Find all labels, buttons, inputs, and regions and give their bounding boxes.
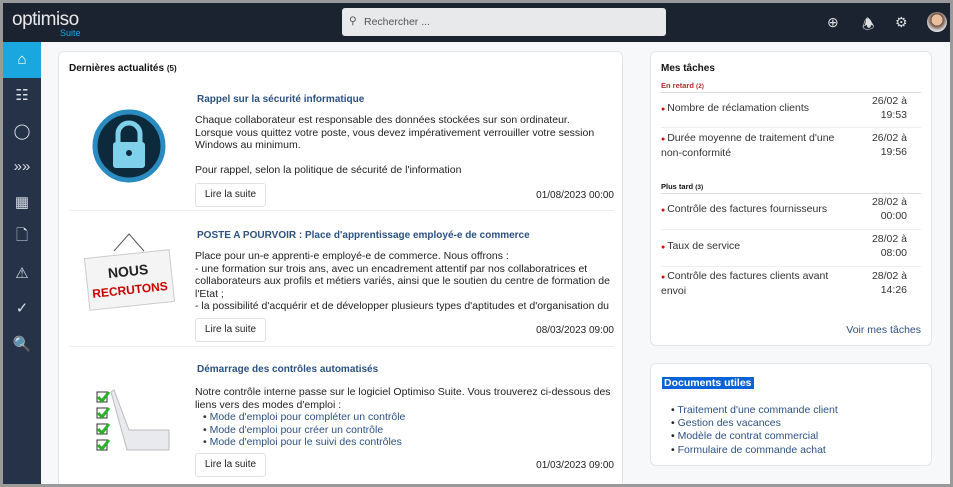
- article-title[interactable]: Démarrage des contrôles automatisés: [197, 364, 378, 375]
- sidebar: ⌂ ☷ ◯ »» ▦ 🗋 ⚠ ✓ 🔍: [3, 42, 41, 484]
- avatar[interactable]: [927, 12, 947, 32]
- search-input[interactable]: ⚲ Rechercher ...: [342, 8, 666, 36]
- process-icon[interactable]: »»: [3, 149, 41, 185]
- news-article: Rappel sur la sécurité informatique Chaq…: [69, 84, 614, 211]
- article-body: Notre contrôle interne passe sur le logi…: [195, 386, 613, 448]
- tasks-card: Mes tâches En retard (2) Nombre de récla…: [650, 51, 932, 346]
- read-more-button[interactable]: Lire la suite: [195, 318, 266, 342]
- document-link[interactable]: Traitement d'une commande client: [677, 404, 837, 417]
- article-date: 01/08/2023 00:00: [536, 190, 614, 201]
- article-body: Chaque collaborateur est responsable des…: [195, 114, 595, 176]
- article-title[interactable]: POSTE A POURVOIR : Place d'apprentissage…: [197, 230, 530, 241]
- tasks-title: Mes tâches: [661, 63, 715, 74]
- add-icon[interactable]: ⊕: [827, 14, 839, 31]
- home-icon[interactable]: ⌂: [3, 42, 41, 78]
- search-icon: ⚲: [349, 15, 357, 27]
- recruiting-sign-image: NOUSRECRUTONS: [83, 233, 176, 311]
- useful-documents-card: Documents utiles Traitement d'une comman…: [650, 363, 932, 466]
- manual-link[interactable]: Mode d'emploi pour le suivi des contrôle…: [203, 436, 613, 448]
- org-chart-icon[interactable]: ☷: [3, 78, 41, 114]
- article-title[interactable]: Rappel sur la sécurité informatique: [197, 94, 364, 105]
- warning-icon[interactable]: ⚠: [3, 255, 41, 291]
- article-body: Place pour un-e apprenti-e employé-e de …: [195, 250, 610, 314]
- task-item[interactable]: Nombre de réclamation clients26/02 à19:5…: [661, 95, 921, 128]
- document-link[interactable]: Formulaire de commande achat: [678, 444, 838, 457]
- gear-icon[interactable]: ⚙: [895, 14, 908, 31]
- late-section-label: En retard (2): [661, 81, 921, 93]
- read-more-button[interactable]: Lire la suite: [195, 453, 266, 477]
- task-item[interactable]: Contrôle des factures clients avant envo…: [661, 270, 921, 304]
- manual-link[interactable]: Mode d'emploi pour créer un contrôle: [203, 424, 613, 437]
- article-date: 01/03/2023 09:00: [536, 460, 614, 471]
- document-link[interactable]: Modèle de contrat commercial: [678, 430, 838, 443]
- see-all-tasks-link[interactable]: Voir mes tâches: [846, 324, 921, 336]
- news-card: Dernières actualités (5) Rappel sur la s…: [58, 51, 623, 484]
- docs-title: Documents utiles: [662, 377, 754, 389]
- task-item[interactable]: Taux de service28/02 à08:00: [661, 233, 921, 267]
- report-search-icon[interactable]: 🔍: [3, 326, 41, 362]
- lock-image: [92, 109, 166, 183]
- task-item[interactable]: Durée moyenne de traitement d'une non-co…: [661, 132, 921, 168]
- user-icon[interactable]: ◯: [3, 113, 41, 149]
- top-bar: optimiso Suite ⚲ Rechercher ... ⊕ 🕭 ⚙: [3, 3, 950, 42]
- read-more-button[interactable]: Lire la suite: [195, 183, 266, 207]
- checklist-image: [96, 389, 170, 452]
- logo[interactable]: optimiso Suite: [12, 9, 81, 38]
- news-title: Dernières actualités (5): [69, 63, 177, 74]
- news-article: Démarrage des contrôles automatisés Notr…: [69, 348, 614, 484]
- later-section-label: Plus tard (3): [661, 182, 921, 194]
- article-date: 08/03/2023 09:00: [536, 325, 614, 336]
- workflow-icon[interactable]: ▦: [3, 184, 41, 220]
- news-article: NOUS RECRUTONS POSTE A POURVOIR : Place d…: [69, 212, 614, 347]
- document-icon[interactable]: 🗋: [3, 220, 41, 256]
- shield-check-icon[interactable]: ✓: [3, 291, 41, 327]
- task-item[interactable]: Contrôle des factures fournisseurs28/02 …: [661, 196, 921, 230]
- bell-icon[interactable]: 🕭: [862, 14, 875, 38]
- manual-link[interactable]: Mode d'emploi pour compléter un contrôle: [203, 411, 613, 424]
- document-link[interactable]: Gestion des vacances: [678, 417, 838, 430]
